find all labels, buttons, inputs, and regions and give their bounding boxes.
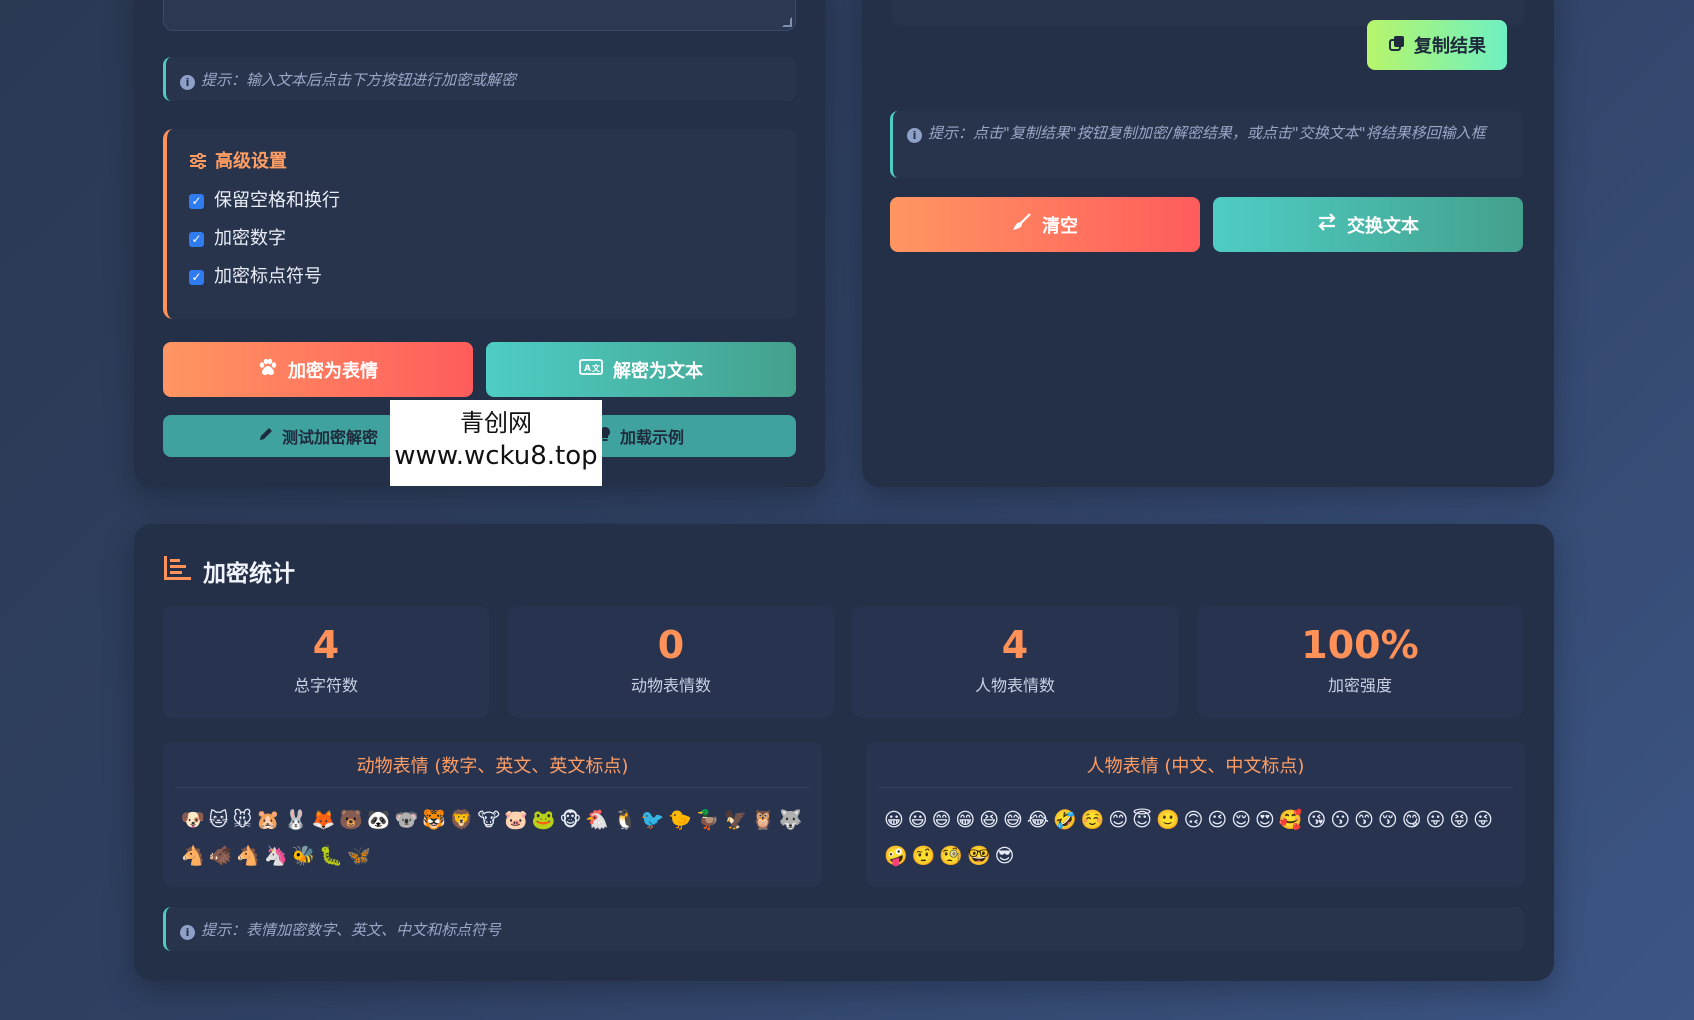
swap-text-button[interactable]: 交换文本 xyxy=(1213,197,1523,252)
stat-label: 加密强度 xyxy=(1327,676,1392,695)
encrypt-button[interactable]: 加密为表情 xyxy=(163,342,473,397)
svg-text:文: 文 xyxy=(592,363,601,373)
result-panel: 复制结果 i 提示：点击"复制结果"按钮复制加密/解密结果，或点击"交换文本"将结… xyxy=(862,0,1554,487)
swap-text-label: 交换文本 xyxy=(1347,215,1419,237)
stat-value: 0 xyxy=(657,623,685,667)
stat-label: 总字符数 xyxy=(293,676,358,695)
stat-value: 100% xyxy=(1301,623,1419,667)
test-button-label: 测试加密解密 xyxy=(281,428,378,447)
stats-title-text: 加密统计 xyxy=(203,561,295,587)
people-emoji-list: 😀😃😄😁😆😅😂🤣☺️😊😇🙂🙃😉😌😍🥰😘😗😙😚😋😛😝😜🤪🤨🧐🤓😎 xyxy=(884,809,1497,867)
pencil-icon xyxy=(258,426,274,446)
clear-button[interactable]: 清空 xyxy=(890,197,1200,252)
info-icon: i xyxy=(180,75,195,90)
decrypt-button[interactable]: A文 解密为文本 xyxy=(486,342,796,397)
advanced-settings-title: 高级设置 xyxy=(189,147,287,174)
watermark: 青创网 www.wcku8.top xyxy=(390,400,602,486)
svg-text:A: A xyxy=(584,364,591,374)
option-encrypt-punctuation[interactable]: ✓ 加密标点符号 xyxy=(189,262,322,288)
checkbox-checked-icon[interactable]: ✓ xyxy=(189,270,204,285)
encrypt-button-label: 加密为表情 xyxy=(288,360,378,382)
option-label: 加密数字 xyxy=(214,228,286,249)
input-textarea[interactable] xyxy=(163,0,796,31)
stats-panel: 加密统计 4 总字符数 0 动物表情数 4 人物表情数 100% 加密强度 动物… xyxy=(134,524,1554,981)
stats-title: 加密统计 xyxy=(163,554,295,588)
stat-people-count: 4 人物表情数 xyxy=(852,606,1178,718)
people-emoji-panel: 人物表情 (中文、中文标点) 😀😃😄😁😆😅😂🤣☺️😊😇🙂🙃😉😌😍🥰😘😗😙😚😋😛😝… xyxy=(866,742,1525,887)
stat-strength: 100% 加密强度 xyxy=(1197,606,1523,718)
input-hint-text: 提示：输入文本后点击下方按钮进行加密或解密 xyxy=(201,71,517,89)
advanced-title-text: 高级设置 xyxy=(215,151,287,172)
chart-icon xyxy=(163,556,191,586)
option-encrypt-numbers[interactable]: ✓ 加密数字 xyxy=(189,224,286,250)
sliders-icon xyxy=(189,152,207,174)
stat-label: 人物表情数 xyxy=(974,676,1055,695)
watermark-line2: www.wcku8.top xyxy=(394,441,598,471)
result-hint-text: 提示：点击"复制结果"按钮复制加密/解密结果，或点击"交换文本"将结果移回输入框 xyxy=(928,124,1486,142)
stat-label: 动物表情数 xyxy=(630,676,711,695)
copy-result-label: 复制结果 xyxy=(1414,36,1486,57)
animal-emoji-title: 动物表情 (数字、英文、英文标点) xyxy=(175,752,810,788)
people-emoji-title: 人物表情 (中文、中文标点) xyxy=(878,752,1513,788)
animal-emoji-panel: 动物表情 (数字、英文、英文标点) 🐶🐱🐭🐹🐰🦊🐻🐼🐨🐯🦁🐮🐷🐸🐵🐔🐧🐦🐤🦆🦅🦉… xyxy=(163,742,822,887)
stat-value: 4 xyxy=(1001,623,1029,667)
option-label: 保留空格和换行 xyxy=(214,190,340,211)
decrypt-button-label: 解密为文本 xyxy=(613,360,703,382)
clear-button-label: 清空 xyxy=(1042,215,1078,237)
option-keep-whitespace[interactable]: ✓ 保留空格和换行 xyxy=(189,186,340,212)
stat-value: 4 xyxy=(312,623,340,667)
result-hint: i 提示：点击"复制结果"按钮复制加密/解密结果，或点击"交换文本"将结果移回输入… xyxy=(890,111,1523,178)
advanced-settings: 高级设置 ✓ 保留空格和换行 ✓ 加密数字 ✓ 加密标点符号 xyxy=(163,129,796,319)
copy-icon xyxy=(1388,34,1406,57)
load-example-label: 加载示例 xyxy=(619,428,684,447)
paw-icon xyxy=(258,358,278,381)
stat-total-chars: 4 总字符数 xyxy=(163,606,489,718)
animal-emoji-list: 🐶🐱🐭🐹🐰🦊🐻🐼🐨🐯🦁🐮🐷🐸🐵🐔🐧🐦🐤🦆🦅🦉🐺🐴🐗🐴🦄🐝🐛🦋 xyxy=(181,809,807,867)
resize-grip-icon[interactable] xyxy=(782,17,792,27)
swap-arrows-icon xyxy=(1317,213,1337,236)
stats-hint: i 提示：表情加密数字、英文、中文和标点符号 xyxy=(163,907,1524,951)
stat-animal-count: 0 动物表情数 xyxy=(508,606,834,718)
info-icon: i xyxy=(907,128,922,143)
broom-icon xyxy=(1012,213,1032,236)
watermark-line1: 青创网 xyxy=(460,409,532,437)
info-icon: i xyxy=(180,925,195,940)
checkbox-checked-icon[interactable]: ✓ xyxy=(189,194,204,209)
option-label: 加密标点符号 xyxy=(214,266,322,287)
copy-result-button[interactable]: 复制结果 xyxy=(1367,20,1507,70)
language-icon: A文 xyxy=(579,359,603,380)
stats-hint-text: 提示：表情加密数字、英文、中文和标点符号 xyxy=(201,921,502,939)
checkbox-checked-icon[interactable]: ✓ xyxy=(189,232,204,247)
input-hint: i 提示：输入文本后点击下方按钮进行加密或解密 xyxy=(163,57,796,101)
